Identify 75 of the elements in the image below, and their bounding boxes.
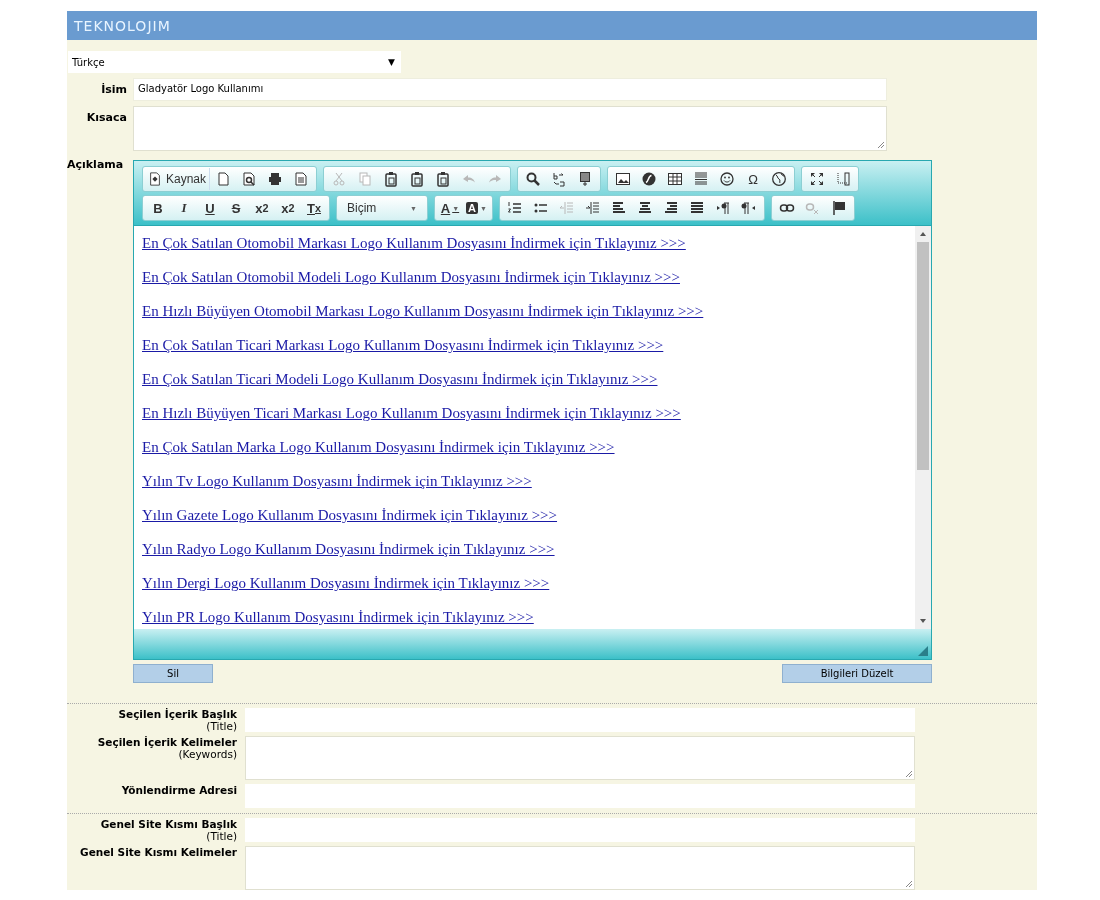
align-right-icon (662, 200, 679, 216)
input-field[interactable] (245, 818, 915, 842)
paragraph-rtl-icon (740, 200, 757, 216)
align-center-icon (636, 200, 653, 216)
download-link[interactable]: Yılın Dergi Logo Kullanım Dosyasını İndirmek için Tıklayınız >>> (142, 574, 907, 593)
field-sublabel: (Keywords) (177, 748, 237, 760)
flash-icon (641, 171, 658, 187)
download-link[interactable]: En Hızlı Büyüyen Otomobil Markası Logo Kullanım Dosyasını İndirmek için Tıklayınız >>> (142, 302, 907, 321)
field-sublabel: (Title) (205, 720, 237, 732)
delete-button[interactable]: Sil (133, 664, 213, 683)
download-link[interactable]: Yılın Gazete Logo Kullanım Dosyasını İndirmek için Tıklayınız >>> (142, 506, 907, 525)
smiley-icon (719, 171, 736, 187)
scissors-icon (331, 171, 348, 187)
format-button[interactable]: U (197, 197, 223, 219)
download-link[interactable]: En Çok Satılan Marka Logo Kullanım Dosyasını İndirmek için Tıklayınız >>> (142, 438, 907, 457)
input-field[interactable] (245, 784, 915, 808)
language-select[interactable]: Türkçe ▼ (68, 51, 401, 73)
source-button[interactable]: Kaynak (145, 168, 211, 190)
clipboard-icon (383, 171, 400, 187)
show-blocks-icon (835, 171, 852, 187)
field-label: Seçilen İçerik Başlık (117, 708, 237, 720)
textarea-field[interactable] (245, 736, 915, 780)
input-field[interactable]: Gladyatör Logo Kullanımı (133, 78, 887, 101)
numbered-list-icon (506, 200, 523, 216)
template-icon (293, 171, 310, 187)
logo: TEKNOLOJIM (74, 17, 171, 34)
download-link[interactable]: En Çok Satılan Ticari Markası Logo Kullanım Dosyasını İndirmek için Tıklayınız >>> (142, 336, 907, 355)
input-field[interactable] (245, 708, 915, 732)
search-icon (525, 171, 542, 187)
download-link[interactable]: Yılın Tv Logo Kullanım Dosyasını İndirmek için Tıklayınız >>> (142, 472, 907, 491)
field-label: Seçilen İçerik Kelimeler (96, 736, 237, 748)
replace-icon (551, 171, 568, 187)
download-link[interactable]: Yılın PR Logo Kullanım Dosyasını İndirmek için Tıklayınız >>> (142, 608, 907, 627)
field-label: Yönlendirme Adresi (120, 784, 237, 796)
resize-handle-icon[interactable] (918, 646, 928, 656)
source-icon (148, 172, 162, 186)
outdent-icon (558, 200, 575, 216)
globe-icon (771, 171, 788, 187)
horizontal-rule-icon (693, 171, 710, 187)
align-left-icon (610, 200, 627, 216)
format-button[interactable]: Ω (740, 168, 767, 190)
field-label: Genel Site Kısmı Kelimeler (79, 846, 237, 858)
maximize-icon (809, 171, 826, 187)
flag-icon (830, 200, 847, 216)
download-link[interactable]: En Çok Satılan Otomobil Modeli Logo Kullanım Dosyasını İndirmek için Tıklayınız >>> (142, 268, 907, 287)
format-button[interactable]: I (171, 197, 197, 219)
copy-icon (357, 171, 374, 187)
format-button[interactable]: B (145, 197, 171, 219)
clipboard-word-icon (435, 171, 452, 187)
textarea-field[interactable] (245, 846, 915, 890)
download-link[interactable]: En Çok Satılan Otomobil Markası Logo Kullanım Dosyasını İndirmek için Tıklayınız >>> (142, 234, 907, 253)
table-icon (667, 171, 684, 187)
resize-grip-icon[interactable] (905, 880, 913, 888)
scrollbar[interactable] (915, 226, 931, 629)
field-label: Kısaca (85, 110, 127, 126)
field-label: Genel Site Kısmı Başlık (99, 818, 237, 830)
preview-icon (241, 171, 258, 187)
format-button[interactable]: S (223, 197, 249, 219)
resize-grip-icon[interactable] (905, 770, 913, 778)
resize-grip-icon[interactable] (877, 141, 885, 149)
save-button[interactable]: Bilgileri Düzelt (782, 664, 932, 683)
download-link[interactable]: Yılın Radyo Logo Kullanım Dosyasını İndirmek için Tıklayınız >>> (142, 540, 907, 559)
clipboard-text-icon (409, 171, 426, 187)
image-icon (615, 171, 632, 187)
indent-icon (584, 200, 601, 216)
field-sublabel: (Title) (205, 830, 237, 842)
download-link[interactable]: En Hızlı Büyüyen Ticari Markası Logo Kullanım Dosyasını İndirmek için Tıklayınız >>> (142, 404, 907, 423)
page-icon (215, 171, 232, 187)
download-link[interactable]: En Çok Satılan Ticari Modeli Logo Kullanım Dosyasını İndirmek için Tıklayınız >>> (142, 370, 907, 389)
field-label: İsim (100, 82, 127, 98)
textarea-field[interactable] (133, 106, 887, 151)
field-label: Açıklama (67, 157, 125, 173)
paragraph-ltr-icon (714, 200, 731, 216)
align-justify-icon (688, 200, 705, 216)
unlink-icon (804, 200, 821, 216)
